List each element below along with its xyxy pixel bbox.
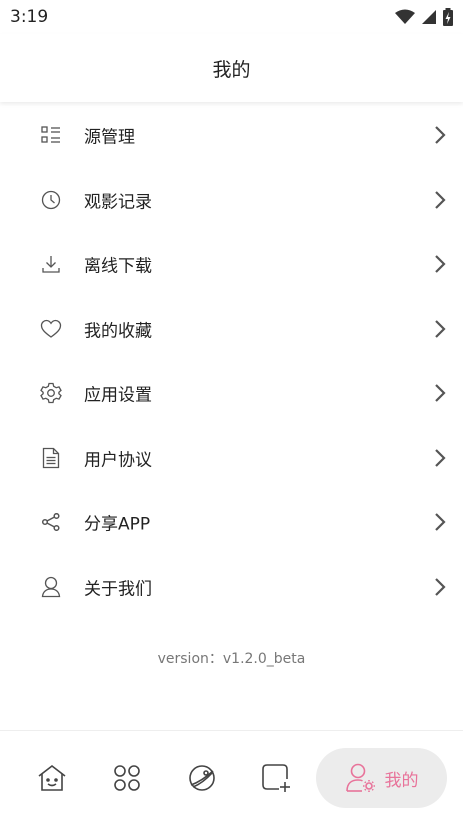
battery-charging-icon xyxy=(443,8,453,26)
heart-icon xyxy=(40,318,62,340)
gear-icon xyxy=(40,382,62,404)
menu-item-source-management[interactable]: 源管理 xyxy=(0,103,463,168)
menu-item-label: 我的收藏 xyxy=(84,321,152,342)
clock-icon xyxy=(40,189,62,211)
chevron-right-icon xyxy=(435,126,446,145)
home-icon xyxy=(38,764,66,791)
menu-item-label: 源管理 xyxy=(84,127,135,148)
menu-item-favorites[interactable]: 我的收藏 xyxy=(0,297,463,362)
wifi-icon xyxy=(395,9,415,24)
chevron-right-icon xyxy=(435,513,446,532)
chevron-right-icon xyxy=(435,319,446,338)
document-icon xyxy=(40,447,62,469)
menu-item-offline-download[interactable]: 离线下载 xyxy=(0,232,463,297)
menu-item-label: 离线下载 xyxy=(84,256,152,277)
add-square-icon xyxy=(262,764,290,792)
planet-icon xyxy=(189,765,215,791)
share-icon xyxy=(40,511,62,533)
menu-item-label: 观影记录 xyxy=(84,192,152,213)
menu-item-user-agreement[interactable]: 用户协议 xyxy=(0,426,463,491)
chevron-right-icon xyxy=(435,255,446,274)
page-title: 我的 xyxy=(212,58,251,81)
menu-item-app-settings[interactable]: 应用设置 xyxy=(0,361,463,426)
cell-signal-icon xyxy=(422,10,436,24)
nav-categories[interactable] xyxy=(97,748,157,808)
nav-mine-active[interactable]: 我的 xyxy=(316,748,447,808)
settings-menu: 源管理 观影记录 离线下载 我的收藏 应用设置 用户协议 分享APP 关于我们 xyxy=(0,103,463,619)
menu-item-about-us[interactable]: 关于我们 xyxy=(0,555,463,620)
menu-item-label: 用户协议 xyxy=(84,450,152,471)
nav-discover[interactable] xyxy=(172,748,232,808)
person-icon xyxy=(40,576,62,598)
chevron-right-icon xyxy=(435,384,446,403)
menu-item-label: 应用设置 xyxy=(84,385,152,406)
menu-item-watch-history[interactable]: 观影记录 xyxy=(0,168,463,233)
bottom-nav: 我的 xyxy=(0,730,463,824)
status-bar: 3:19 xyxy=(0,0,463,34)
download-icon xyxy=(40,253,62,275)
chevron-right-icon xyxy=(435,448,446,467)
menu-item-label: 关于我们 xyxy=(84,579,152,600)
nav-home[interactable] xyxy=(22,748,82,808)
chevron-right-icon xyxy=(435,577,446,596)
menu-item-label: 分享APP xyxy=(84,514,151,535)
nav-add[interactable] xyxy=(247,748,307,808)
status-time: 3:19 xyxy=(10,7,49,27)
grid-icon xyxy=(114,765,140,791)
nav-mine-label: 我的 xyxy=(384,770,419,791)
status-icons xyxy=(395,8,453,26)
list-icon xyxy=(40,124,62,146)
app-bar: 我的 xyxy=(0,34,463,102)
user-settings-icon xyxy=(345,763,375,792)
chevron-right-icon xyxy=(435,190,446,209)
menu-item-share-app[interactable]: 分享APP xyxy=(0,490,463,555)
version-label: version：v1.2.0_beta xyxy=(157,651,306,667)
